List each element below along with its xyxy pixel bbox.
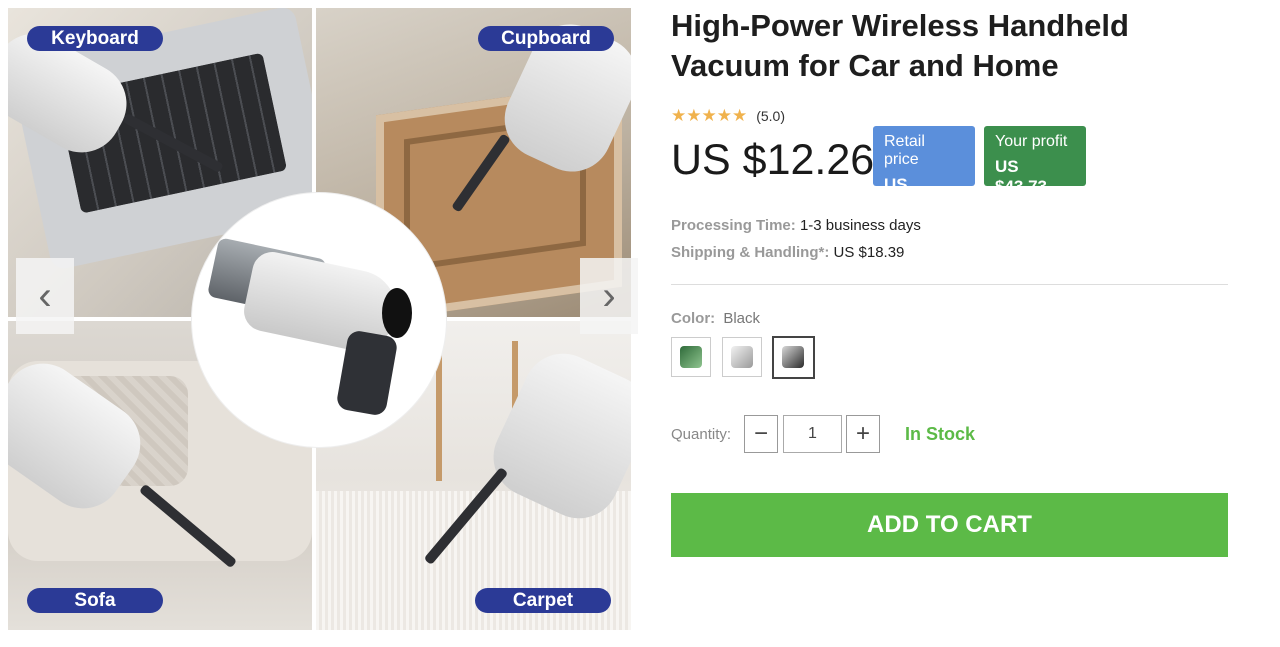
product-image[interactable] [192,193,446,447]
color-swatch-white[interactable] [722,337,762,377]
product-price: US $12.26 [671,136,875,184]
processing-time: Processing Time: 1-3 business days [671,217,921,234]
processing-value: 1-3 business days [799,217,921,234]
sofa-tag: Sofa [27,588,163,613]
carpet-tag: Carpet [475,588,611,613]
color-value: Black [723,310,761,327]
stock-status: In Stock [905,424,976,444]
divider [671,284,1228,285]
swatch-thumbnail [782,346,804,368]
star-icon: ★★★★★ [671,106,748,125]
quantity-increase-button[interactable]: + [846,415,880,453]
rating-value: (5.0) [756,108,785,124]
retail-price-box: Retail price US $55.99 [873,126,975,214]
swatch-thumbnail [680,346,702,368]
plus-icon: + [855,420,870,447]
shipping: Shipping & Handling*: US $18.39 [671,244,904,261]
next-image-button[interactable]: › [580,258,638,334]
keyboard-tag: Keyboard [27,26,163,51]
rating: ★★★★★ (5.0) [671,106,785,126]
profit-box: Your profit US $43.73 [984,126,1086,196]
product-gallery: Keyboard Cupboard Sofa Carpet ‹ › [8,8,638,631]
profit-value: US $43.73 [995,157,1047,196]
color-selector-label: Color: Black [671,310,760,327]
prev-image-button[interactable]: ‹ [16,258,74,334]
profit-label: Your profit [995,133,1068,150]
quantity-label: Quantity: [671,426,732,443]
color-swatch-green[interactable] [671,337,711,377]
processing-label: Processing Time: [671,217,796,234]
color-label: Color: [671,310,716,327]
quantity-input[interactable] [783,415,842,453]
product-title: High-Power Wireless Handheld Vacuum for … [671,8,1129,83]
chevron-left-icon: ‹ [38,274,52,318]
shipping-label: Shipping & Handling*: [671,244,830,261]
color-swatch-black[interactable] [772,336,815,379]
chevron-right-icon: › [602,274,616,318]
retail-price-label: Retail price [884,133,925,168]
add-to-cart-button[interactable]: ADD TO CART [671,493,1228,557]
quantity-decrease-button[interactable]: − [744,415,778,453]
minus-icon: − [753,420,768,447]
retail-price-value: US $55.99 [884,175,936,214]
vacuum-cap [382,288,412,338]
cupboard-tag: Cupboard [478,26,614,51]
swatch-thumbnail [731,346,753,368]
shipping-value: US $18.39 [833,244,905,261]
